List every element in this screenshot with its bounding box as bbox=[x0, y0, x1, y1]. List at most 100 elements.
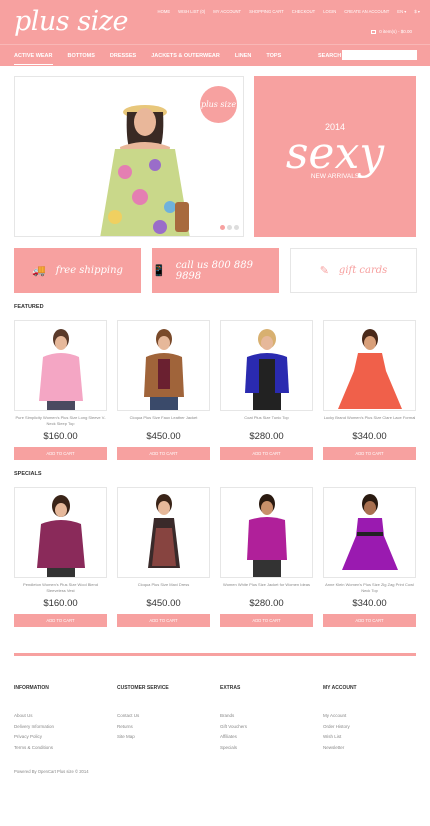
product-card: Cloqua Plus Size Faux Leather Jacket $45… bbox=[117, 320, 210, 460]
product-name[interactable]: Cloqua Plus Size Maxi Dress bbox=[117, 582, 210, 594]
slider-dot[interactable] bbox=[220, 225, 225, 230]
product-price: $450.00 bbox=[146, 598, 181, 609]
product-price: $160.00 bbox=[43, 431, 78, 442]
nav-item-active-wear[interactable]: ACTIVE WEAR bbox=[14, 53, 53, 65]
top-links: HOME WISH LIST (0) MY ACCOUNT SHOPPING C… bbox=[158, 9, 420, 14]
language-select[interactable]: EN ▾ bbox=[397, 9, 406, 14]
cart-icon bbox=[371, 29, 377, 34]
product-card: Pure Simplicity Women's Plus Size Long S… bbox=[14, 320, 107, 460]
product-image[interactable] bbox=[117, 487, 210, 578]
footer-link[interactable]: Gift Vouchers bbox=[220, 722, 247, 733]
product-image[interactable] bbox=[220, 487, 313, 578]
product-image[interactable] bbox=[220, 320, 313, 411]
product-price: $280.00 bbox=[249, 598, 284, 609]
footer-link[interactable]: Wish List bbox=[323, 732, 357, 743]
add-to-cart-button[interactable]: ADD TO CART bbox=[220, 447, 313, 460]
footer-column-title: EXTRAS bbox=[220, 685, 241, 691]
footer-link[interactable]: Order History bbox=[323, 722, 357, 733]
footer-link[interactable]: My Account bbox=[323, 711, 357, 722]
footer-column-customer-service: CUSTOMER SERVICE Contact Us Returns Site… bbox=[117, 685, 169, 743]
free-shipping-label: free shipping bbox=[55, 265, 123, 276]
top-link-home[interactable]: HOME bbox=[158, 9, 171, 14]
promo-banner[interactable]: 2014 sexy NEW ARRIVALS bbox=[254, 76, 416, 237]
footer-link[interactable]: Contact Us bbox=[117, 711, 169, 722]
product-image[interactable] bbox=[117, 320, 210, 411]
footer-column-title: INFORMATION bbox=[14, 685, 49, 691]
promo-subtitle: NEW ARRIVALS bbox=[310, 173, 360, 180]
product-card: Coat Plus Size Tunic Top $280.00 ADD TO … bbox=[220, 320, 313, 460]
footer-column-my-account: MY ACCOUNT My Account Order History Wish… bbox=[323, 685, 357, 753]
main-nav: ACTIVE WEAR BOTTOMS DRESSES JACKETS & OU… bbox=[0, 44, 430, 66]
product-name[interactable]: Pure Simplicity Women's Plus Size Long S… bbox=[14, 415, 107, 427]
product-name[interactable]: Coat Plus Size Tunic Top bbox=[220, 415, 313, 427]
nav-item-linen[interactable]: LINEN bbox=[235, 53, 252, 65]
footer-link[interactable]: Returns bbox=[117, 722, 169, 733]
cart-summary[interactable]: 0 item(s) - $0.00 bbox=[371, 29, 412, 34]
footer-link[interactable]: Newsletter bbox=[323, 743, 357, 754]
add-to-cart-button[interactable]: ADD TO CART bbox=[220, 614, 313, 627]
nav-item-bottoms[interactable]: BOTTOMS bbox=[68, 53, 95, 65]
product-price: $340.00 bbox=[352, 598, 387, 609]
phone-icon: 📱 bbox=[152, 264, 166, 277]
footer-divider bbox=[14, 653, 416, 656]
top-link-my-account[interactable]: MY ACCOUNT bbox=[213, 9, 241, 14]
add-to-cart-button[interactable]: ADD TO CART bbox=[117, 614, 210, 627]
top-link-login[interactable]: LOGIN bbox=[323, 9, 336, 14]
add-to-cart-button[interactable]: ADD TO CART bbox=[323, 614, 416, 627]
footer-link[interactable]: Brands bbox=[220, 711, 247, 722]
call-us-banner[interactable]: 📱 call us 800 889 9898 bbox=[152, 248, 279, 293]
footer-column-title: CUSTOMER SERVICE bbox=[117, 685, 169, 691]
product-name[interactable]: Cloqua Plus Size Faux Leather Jacket bbox=[117, 415, 210, 427]
promo-headline: sexy bbox=[285, 128, 385, 179]
product-name[interactable]: Anne Klein Women's Plus Size Zig Zag Pri… bbox=[323, 582, 416, 594]
call-us-label: call us 800 889 9898 bbox=[175, 259, 253, 282]
footer-link[interactable]: Privacy Policy bbox=[14, 732, 54, 743]
footer-link[interactable]: Delivery Information bbox=[14, 722, 54, 733]
search-input[interactable] bbox=[342, 50, 417, 60]
truck-icon: 🚚 bbox=[32, 264, 46, 277]
header: plus size HOME WISH LIST (0) MY ACCOUNT … bbox=[0, 0, 430, 44]
add-to-cart-button[interactable]: ADD TO CART bbox=[117, 447, 210, 460]
product-card: Women White Plus Size Jacket for Women I… bbox=[220, 487, 313, 627]
hero-slider[interactable]: plus size bbox=[14, 76, 244, 237]
product-image[interactable] bbox=[14, 487, 107, 578]
product-image[interactable] bbox=[323, 487, 416, 578]
footer-link[interactable]: Affiliates bbox=[220, 732, 247, 743]
slider-dot[interactable] bbox=[227, 225, 232, 230]
top-link-shopping-cart[interactable]: SHOPPING CART bbox=[249, 9, 284, 14]
product-image[interactable] bbox=[323, 320, 416, 411]
nav-item-tops[interactable]: TOPS bbox=[266, 53, 281, 65]
gift-cards-banner[interactable]: ✎ gift cards bbox=[290, 248, 417, 293]
slider-dots bbox=[220, 225, 239, 230]
gift-cards-label: gift cards bbox=[338, 265, 388, 276]
add-to-cart-button[interactable]: ADD TO CART bbox=[14, 447, 107, 460]
footer-link[interactable]: Terms & Conditions bbox=[14, 743, 54, 754]
slider-dot[interactable] bbox=[234, 225, 239, 230]
product-name[interactable]: Lucky Brand Women's Plus Size Clare Lace… bbox=[323, 415, 416, 427]
logo[interactable]: plus size bbox=[14, 6, 128, 37]
product-name[interactable]: Women White Plus Size Jacket for Women I… bbox=[220, 582, 313, 594]
footer-link[interactable]: Specials bbox=[220, 743, 247, 754]
cart-text: 0 item(s) - $0.00 bbox=[379, 29, 412, 34]
footer-link[interactable]: Site Map bbox=[117, 732, 169, 743]
product-card: Pendleton Women's Plus Size Wool Blend S… bbox=[14, 487, 107, 627]
top-link-create-account[interactable]: CREATE AN ACCOUNT bbox=[344, 9, 389, 14]
powered-by: Powered By OpenCart Plus size © 2014 bbox=[14, 769, 89, 774]
nav-item-jackets[interactable]: JACKETS & OUTERWEAR bbox=[151, 53, 220, 65]
featured-title: FEATURED bbox=[14, 304, 44, 310]
currency-select[interactable]: $ ▾ bbox=[414, 9, 420, 14]
product-price: $160.00 bbox=[43, 598, 78, 609]
add-to-cart-button[interactable]: ADD TO CART bbox=[323, 447, 416, 460]
product-image[interactable] bbox=[14, 320, 107, 411]
specials-title: SPECIALS bbox=[14, 471, 42, 477]
footer-column-information: INFORMATION About Us Delivery Informatio… bbox=[14, 685, 54, 753]
footer-link[interactable]: About Us bbox=[14, 711, 54, 722]
product-price: $280.00 bbox=[249, 431, 284, 442]
add-to-cart-button[interactable]: ADD TO CART bbox=[14, 614, 107, 627]
top-link-checkout[interactable]: CHECKOUT bbox=[292, 9, 316, 14]
free-shipping-banner[interactable]: 🚚 free shipping bbox=[14, 248, 141, 293]
top-link-wish-list[interactable]: WISH LIST (0) bbox=[178, 9, 205, 14]
gift-icon: ✎ bbox=[319, 264, 329, 277]
product-name[interactable]: Pendleton Women's Plus Size Wool Blend S… bbox=[14, 582, 107, 594]
nav-item-dresses[interactable]: DRESSES bbox=[110, 53, 136, 65]
